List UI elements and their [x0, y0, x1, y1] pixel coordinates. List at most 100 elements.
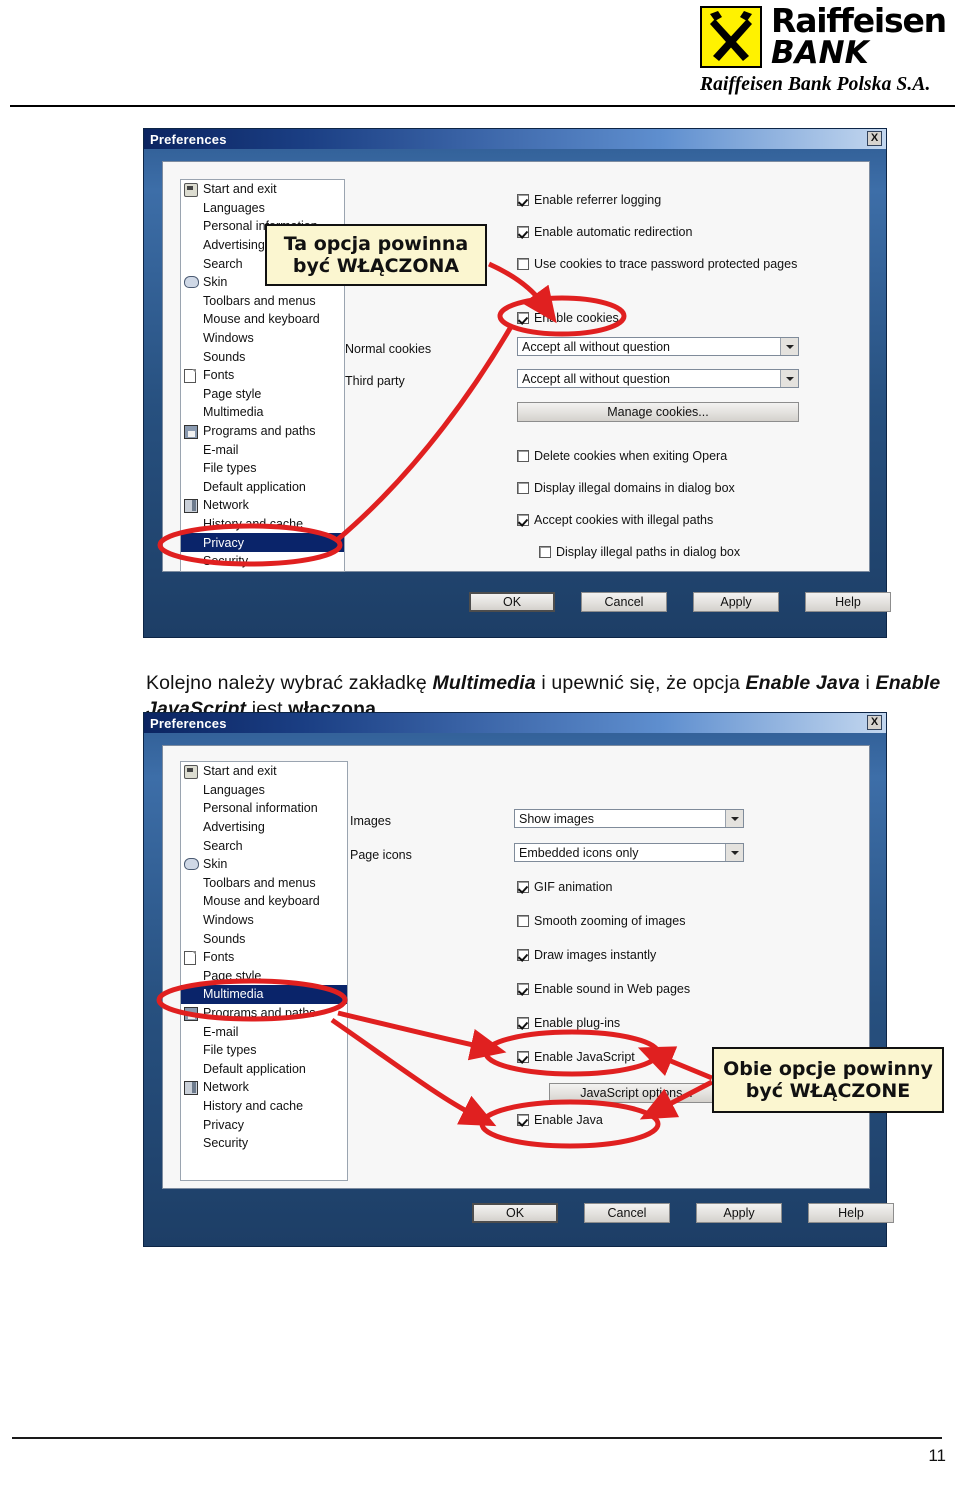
checkbox-enable-java[interactable]: Enable Java: [517, 1113, 603, 1127]
no-icon: [184, 821, 199, 834]
checkbox-use-cookies-to-trace-password-protected-pages[interactable]: Use cookies to trace password protected …: [517, 257, 797, 271]
close-icon[interactable]: X: [867, 131, 882, 146]
category-item-windows[interactable]: Windows: [181, 911, 347, 930]
category-item-network[interactable]: Network: [181, 496, 344, 515]
chevron-down-icon[interactable]: [725, 810, 743, 827]
checkbox-icon[interactable]: [517, 881, 529, 893]
category-item-fonts[interactable]: Fonts: [181, 948, 347, 967]
category-item-toolbars-and-menus[interactable]: Toolbars and menus: [181, 292, 344, 311]
checkbox-enable-cookies[interactable]: Enable cookies: [517, 311, 619, 325]
apply-button[interactable]: Apply: [693, 592, 779, 612]
checkbox-enable-javascript[interactable]: Enable JavaScript: [517, 1050, 635, 1064]
normal-cookies-select[interactable]: Accept all without question: [517, 337, 799, 356]
checkbox-draw-images-instantly[interactable]: Draw images instantly: [517, 948, 656, 962]
checkbox-icon[interactable]: [517, 915, 529, 927]
checkbox-enable-referrer-logging[interactable]: Enable referrer logging: [517, 193, 661, 207]
category-item-label: Fonts: [203, 368, 235, 383]
category-item-history-and-cache[interactable]: History and cache: [181, 515, 344, 534]
category-item-mouse-and-keyboard[interactable]: Mouse and keyboard: [181, 892, 347, 911]
help-button[interactable]: Help: [808, 1203, 894, 1223]
category-item-languages[interactable]: Languages: [181, 781, 347, 800]
chevron-down-icon[interactable]: [780, 338, 798, 355]
category-item-page-style[interactable]: Page style: [181, 385, 344, 404]
checkbox-icon[interactable]: [517, 514, 529, 526]
category-item-windows[interactable]: Windows: [181, 329, 344, 348]
page-icons-value: Embedded icons only: [519, 845, 639, 860]
category-item-security[interactable]: Security: [181, 1134, 347, 1153]
category-item-security[interactable]: Security: [181, 552, 344, 571]
checkbox-icon[interactable]: [517, 1114, 529, 1126]
images-select[interactable]: Show images: [514, 809, 744, 828]
category-item-default-application[interactable]: Default application: [181, 1060, 347, 1079]
checkbox-icon[interactable]: [517, 450, 529, 462]
normal-cookies-label: Normal cookies: [345, 342, 432, 356]
category-item-programs-and-paths[interactable]: Programs and paths: [181, 422, 344, 441]
category-item-programs-and-paths[interactable]: Programs and paths: [181, 1004, 347, 1023]
checkbox-display-illegal-domains-in-dialog-box[interactable]: Display illegal domains in dialog box: [517, 481, 735, 495]
category-item-file-types[interactable]: File types: [181, 1041, 347, 1060]
checkbox-icon[interactable]: [517, 194, 529, 206]
help-button[interactable]: Help: [805, 592, 891, 612]
close-icon[interactable]: X: [867, 715, 882, 730]
checkbox-icon[interactable]: [517, 1017, 529, 1029]
checkbox-icon[interactable]: [517, 983, 529, 995]
no-icon: [184, 1062, 199, 1075]
checkbox-icon[interactable]: [539, 546, 551, 558]
checkbox-icon[interactable]: [517, 226, 529, 238]
category-item-start-and-exit[interactable]: Start and exit: [181, 180, 344, 199]
third-party-label: Third party: [345, 374, 405, 388]
checkbox-label: Display illegal domains in dialog box: [534, 481, 735, 495]
category-item-network[interactable]: Network: [181, 1078, 347, 1097]
category-item-e-mail[interactable]: E-mail: [181, 440, 344, 459]
checkbox-display-illegal-paths-in-dialog-box[interactable]: Display illegal paths in dialog box: [539, 545, 740, 559]
checkbox-enable-sound-in-web-pages[interactable]: Enable sound in Web pages: [517, 982, 690, 996]
category-item-fonts[interactable]: Fonts: [181, 366, 344, 385]
category-item-search[interactable]: Search: [181, 836, 347, 855]
category-item-privacy[interactable]: Privacy: [181, 1115, 347, 1134]
cancel-button[interactable]: Cancel: [584, 1203, 670, 1223]
cancel-button[interactable]: Cancel: [581, 592, 667, 612]
dialog2-category-list[interactable]: Start and exit Languages Personal informat…: [180, 761, 348, 1181]
category-item-multimedia[interactable]: Multimedia: [181, 985, 347, 1004]
category-item-e-mail[interactable]: E-mail: [181, 1022, 347, 1041]
category-item-page-style[interactable]: Page style: [181, 967, 347, 986]
checkbox-gif-animation[interactable]: GIF animation: [517, 880, 613, 894]
category-item-label: Network: [203, 498, 249, 513]
category-item-sounds[interactable]: Sounds: [181, 347, 344, 366]
page-icons-select[interactable]: Embedded icons only: [514, 843, 744, 862]
checkbox-icon[interactable]: [517, 1051, 529, 1063]
category-item-multimedia[interactable]: Multimedia: [181, 403, 344, 422]
apply-button[interactable]: Apply: [696, 1203, 782, 1223]
checkbox-enable-plug-ins[interactable]: Enable plug-ins: [517, 1016, 620, 1030]
category-item-sounds[interactable]: Sounds: [181, 929, 347, 948]
checkbox-icon[interactable]: [517, 482, 529, 494]
ok-button[interactable]: OK: [472, 1203, 558, 1223]
checkbox-accept-cookies-with-illegal-paths[interactable]: Accept cookies with illegal paths: [517, 513, 713, 527]
chevron-down-icon[interactable]: [725, 844, 743, 861]
category-item-mouse-and-keyboard[interactable]: Mouse and keyboard: [181, 310, 344, 329]
javascript-options-button[interactable]: JavaScript options...: [549, 1083, 724, 1103]
category-item-file-types[interactable]: File types: [181, 459, 344, 478]
category-item-skin[interactable]: Skin: [181, 855, 347, 874]
checkbox-icon[interactable]: [517, 258, 529, 270]
category-item-personal-information[interactable]: Personal information: [181, 799, 347, 818]
category-item-history-and-cache[interactable]: History and cache: [181, 1097, 347, 1116]
no-icon: [184, 839, 199, 852]
checkbox-smooth-zooming-of-images[interactable]: Smooth zooming of images: [517, 914, 685, 928]
chevron-down-icon[interactable]: [780, 370, 798, 387]
checkbox-enable-automatic-redirection[interactable]: Enable automatic redirection: [517, 225, 692, 239]
category-item-default-application[interactable]: Default application: [181, 478, 344, 497]
ok-button[interactable]: OK: [469, 592, 555, 612]
manage-cookies-button[interactable]: Manage cookies...: [517, 402, 799, 422]
checkbox-icon[interactable]: [517, 312, 529, 324]
disk-icon: [184, 424, 199, 439]
category-item-toolbars-and-menus[interactable]: Toolbars and menus: [181, 874, 347, 893]
third-party-select[interactable]: Accept all without question: [517, 369, 799, 388]
category-item-start-and-exit[interactable]: Start and exit: [181, 762, 347, 781]
category-item-advertising[interactable]: Advertising: [181, 818, 347, 837]
checkbox-delete-cookies-when-exiting-opera[interactable]: Delete cookies when exiting Opera: [517, 449, 727, 463]
category-item-languages[interactable]: Languages: [181, 199, 344, 218]
checkbox-icon[interactable]: [517, 949, 529, 961]
category-item-privacy[interactable]: Privacy: [181, 533, 344, 552]
skin-icon: [184, 857, 199, 871]
